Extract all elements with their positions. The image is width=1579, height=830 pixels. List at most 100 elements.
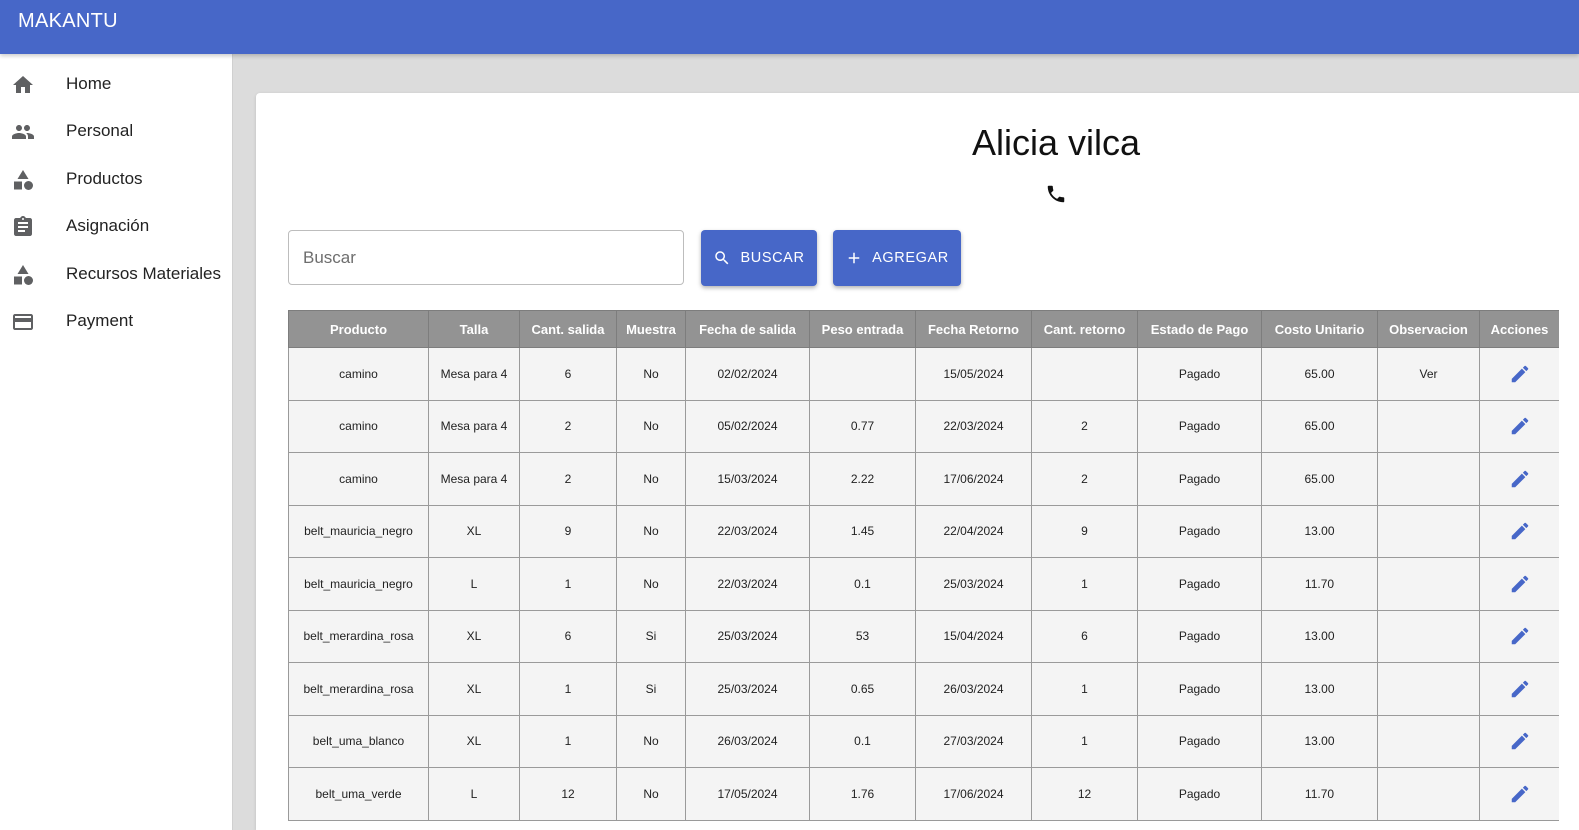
- sidebar-item-productos[interactable]: Productos: [0, 158, 232, 202]
- sidebar-item-asignacion[interactable]: Asignación: [0, 205, 232, 249]
- column-header: Cant. salida: [519, 310, 617, 348]
- table-cell: 17/06/2024: [915, 452, 1032, 506]
- table-row: belt_merardina_rosa XL 6 Si 25/03/2024 53 15/0…: [288, 609, 1559, 663]
- table-cell: Mesa para 4: [428, 452, 520, 506]
- table-cell: [1377, 504, 1480, 558]
- table-cell: L: [428, 767, 520, 821]
- table-cell: 13.00: [1261, 504, 1378, 558]
- table-cell: 53: [809, 609, 916, 663]
- column-header: Observacion: [1377, 310, 1480, 348]
- sidebar-item-label: Home: [66, 74, 112, 93]
- phone-icon[interactable]: [1045, 183, 1067, 205]
- table-cell: Mesa para 4: [428, 347, 520, 401]
- table-cell: [1377, 662, 1480, 716]
- table-cell: 0.77: [809, 399, 916, 453]
- table-cell: 25/03/2024: [915, 557, 1032, 611]
- edit-icon[interactable]: [1509, 783, 1531, 805]
- table-cell: 1: [1031, 662, 1138, 716]
- table-cell: 1: [519, 557, 617, 611]
- table-cell: 27/03/2024: [915, 714, 1032, 768]
- search-icon: [715, 251, 729, 265]
- table-cell: 9: [1031, 504, 1138, 558]
- table-cell: 65.00: [1261, 452, 1378, 506]
- table-cell: 65.00: [1261, 399, 1378, 453]
- table-cell: No: [616, 714, 686, 768]
- table-cell[interactable]: Ver: [1377, 347, 1480, 401]
- table-row: belt_merardina_rosa XL 1 Si 25/03/2024 0.65 26…: [288, 662, 1559, 716]
- edit-icon[interactable]: [1509, 625, 1531, 647]
- edit-icon[interactable]: [1509, 415, 1531, 437]
- table-cell: XL: [428, 609, 520, 663]
- actions-cell: [1479, 767, 1559, 821]
- table-cell: 0.1: [809, 714, 916, 768]
- table-cell: [1377, 452, 1480, 506]
- sidebar-item-recursos-materiales[interactable]: Recursos Materiales: [0, 253, 232, 297]
- search-input[interactable]: [288, 230, 684, 285]
- column-header: Muestra: [616, 310, 686, 348]
- table-cell: No: [616, 557, 686, 611]
- edit-icon[interactable]: [1509, 678, 1531, 700]
- column-header: Acciones: [1479, 310, 1559, 348]
- table-cell: [1377, 714, 1480, 768]
- table-cell: belt_merardina_rosa: [288, 662, 429, 716]
- table-cell: belt_merardina_rosa: [288, 609, 429, 663]
- table-cell: 6: [1031, 609, 1138, 663]
- table-cell: 25/03/2024: [685, 609, 810, 663]
- search-button[interactable]: BUSCAR: [701, 230, 817, 286]
- table-cell: Pagado: [1137, 452, 1262, 506]
- table-cell: Pagado: [1137, 767, 1262, 821]
- add-button-label: AGREGAR: [872, 250, 949, 266]
- table-cell: 22/03/2024: [685, 504, 810, 558]
- table-cell: 1: [519, 662, 617, 716]
- actions-cell: [1479, 347, 1559, 401]
- sidebar-item-label: Payment: [66, 311, 134, 330]
- table-cell: XL: [428, 714, 520, 768]
- table-container: Producto Talla Cant. salida Muestra Fecha de…: [288, 310, 1559, 830]
- table-cell: 22/04/2024: [915, 504, 1032, 558]
- actions-cell: [1479, 452, 1559, 506]
- table-cell: 2: [1031, 452, 1138, 506]
- table-row: belt_mauricia_negro L 1 No 22/03/2024 0.1 25/0…: [288, 557, 1559, 611]
- edit-icon[interactable]: [1509, 468, 1531, 490]
- edit-icon[interactable]: [1509, 573, 1531, 595]
- table-cell: 2.22: [809, 452, 916, 506]
- table-cell: Pagado: [1137, 662, 1262, 716]
- table-cell: belt_mauricia_negro: [288, 557, 429, 611]
- edit-icon[interactable]: [1509, 520, 1531, 542]
- table-cell: camino: [288, 452, 429, 506]
- table-cell: 1.76: [809, 767, 916, 821]
- column-header: Cant. retorno: [1031, 310, 1138, 348]
- table-cell: 9: [519, 504, 617, 558]
- sidebar-item-label: Asignación: [66, 216, 150, 235]
- table-cell: 1: [1031, 557, 1138, 611]
- table-cell: No: [616, 504, 686, 558]
- actions-cell: [1479, 662, 1559, 716]
- table-cell: L: [428, 557, 520, 611]
- column-header: Fecha de salida: [685, 310, 810, 348]
- table-cell: 11.70: [1261, 767, 1378, 821]
- table-header-row: Producto Talla Cant. salida Muestra Fecha de…: [288, 310, 1559, 348]
- table-cell: Si: [616, 609, 686, 663]
- actions-cell: [1479, 714, 1559, 768]
- sidebar-item-home[interactable]: Home: [0, 63, 232, 107]
- sidebar-item-label: Recursos Materiales: [66, 264, 221, 283]
- table-cell: Pagado: [1137, 504, 1262, 558]
- sidebar-item-payment[interactable]: Payment: [0, 300, 232, 344]
- table-cell: 11.70: [1261, 557, 1378, 611]
- table-cell: Mesa para 4: [428, 399, 520, 453]
- table-cell: belt_uma_verde: [288, 767, 429, 821]
- edit-icon[interactable]: [1509, 730, 1531, 752]
- table-cell: Pagado: [1137, 557, 1262, 611]
- credit-card-icon: [11, 310, 35, 334]
- table-row: camino Mesa para 4 6 No 02/02/2024 15/05/2024…: [288, 347, 1559, 401]
- category-icon: [11, 263, 35, 287]
- table-cell: No: [616, 452, 686, 506]
- assignment-icon: [11, 215, 35, 239]
- table-cell: 17/06/2024: [915, 767, 1032, 821]
- table-cell: camino: [288, 347, 429, 401]
- column-header: Producto: [288, 310, 429, 348]
- add-button[interactable]: AGREGAR: [833, 230, 961, 286]
- table-cell: Pagado: [1137, 714, 1262, 768]
- edit-icon[interactable]: [1509, 363, 1531, 385]
- app-title: MAKANTU: [18, 10, 118, 32]
